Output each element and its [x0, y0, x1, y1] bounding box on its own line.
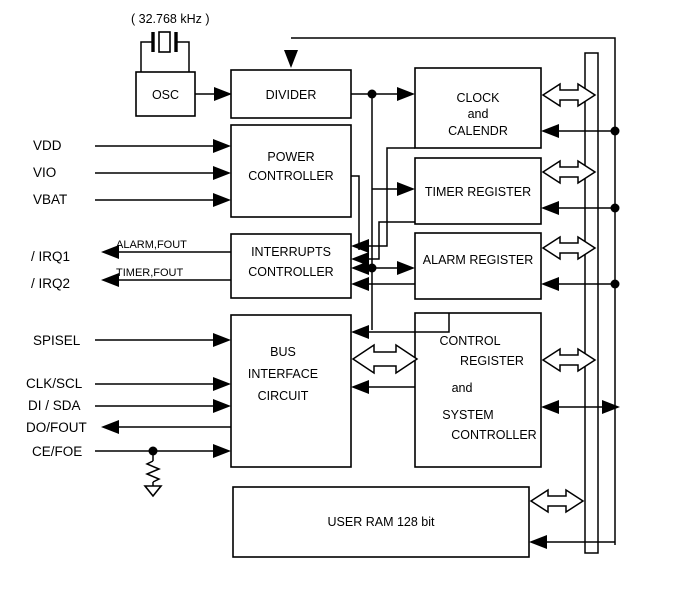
arrow-control-to-alarm [541, 277, 559, 291]
arrow-control-in-left [541, 400, 559, 414]
arrow-vio [213, 166, 231, 180]
arrow-ce-foe [213, 444, 231, 458]
rtc-block-diagram: ( 32.768 kHz ) OSC DIVIDER POWER CONTROL… [26, 12, 620, 558]
data-bus-bar [584, 52, 599, 554]
pin-label-do-fout: DO/FOUT [26, 420, 87, 435]
resistor-zigzag [145, 460, 161, 483]
pin-label-vio: VIO [33, 165, 56, 180]
arrow-irqc-in-1 [351, 239, 369, 253]
wire-clock-to-irqc [363, 147, 415, 247]
block-clock-calendar-line2: and [468, 107, 489, 121]
block-alarm-register-label: ALARM REGISTER [423, 253, 533, 267]
crystal-frequency-label: ( 32.768 kHz ) [131, 12, 210, 26]
crystal-lead-left [140, 41, 153, 72]
arrow-irqc-in-4 [351, 277, 369, 291]
pin-label-irq1: / IRQ1 [31, 249, 70, 264]
block-power-controller-line2: CONTROLLER [248, 169, 333, 183]
net-timer-register-input [372, 182, 415, 196]
block-user-ram-label: USER RAM 128 bit [328, 515, 436, 529]
block-power-controller-line1: POWER [267, 150, 314, 164]
block-control-system-line4: SYSTEM [442, 408, 493, 422]
arrow-to-timer-register [397, 182, 415, 196]
block-bus-interface-line2: INTERFACE [248, 367, 318, 381]
crystal-lead-right [176, 41, 190, 72]
block-osc-label: OSC [152, 88, 179, 102]
pin-label-irq2: / IRQ2 [31, 276, 70, 291]
arrow-control-to-bus-top [351, 325, 369, 339]
block-control-system-line2: REGISTER [460, 354, 524, 368]
pulldown-network [143, 446, 163, 498]
net-user-ram-bus [529, 488, 615, 549]
arrow-vdd [213, 139, 231, 153]
pin-label-di-sda: DI / SDA [28, 398, 81, 413]
arrow-clk-scl [213, 377, 231, 391]
net-control-bus [541, 347, 620, 414]
arrow-control-to-ram [529, 535, 547, 549]
junction-dot-ce-foe [148, 446, 158, 456]
arrow-control-out-right [602, 400, 620, 414]
crystal-body [158, 31, 171, 53]
wires-bus-interface-pins [95, 333, 231, 458]
block-interrupts-controller-line2: CONTROLLER [248, 265, 333, 279]
pin-label-vdd: VDD [33, 138, 62, 153]
arrow-di-sda [213, 399, 231, 413]
net-divider-output [351, 87, 415, 330]
pin-label-vbat: VBAT [33, 192, 67, 207]
arrow-do-fout [101, 420, 119, 434]
bidirectional-arrow-bus-control [351, 343, 419, 375]
arrow-vbat [213, 193, 231, 207]
arrow-control-to-bus-mid [351, 380, 369, 394]
block-control-system-line3: and [452, 381, 473, 395]
arrow-irqc-in-3 [351, 261, 369, 275]
block-control-system-line1: CONTROL [439, 334, 500, 348]
pin-label-clk-scl: CLK/SCL [26, 376, 83, 391]
arrow-osc-to-divider [214, 87, 232, 101]
net-clock-bus [541, 82, 615, 138]
arrow-spisel [213, 333, 231, 347]
arrow-divider-to-clock [397, 87, 415, 101]
bidirectional-arrow-ram-bus [529, 488, 585, 514]
block-diagram-canvas: ( 32.768 kHz ) OSC DIVIDER POWER CONTROL… [0, 0, 674, 594]
block-timer-register-label: TIMER REGISTER [425, 185, 531, 199]
arrow-control-to-clock [541, 124, 559, 138]
arrow-feedback-to-divider [284, 50, 298, 68]
wire-label-timer-fout: TIMER,FOUT [116, 267, 183, 279]
block-divider-label: DIVIDER [266, 88, 317, 102]
block-bus-interface-line1: BUS [270, 345, 296, 359]
block-control-system-line5: CONTROLLER [451, 428, 536, 442]
net-power-controller-output [351, 175, 360, 250]
block-interrupts-controller-line1: INTERRUPTS [251, 245, 331, 259]
pin-label-spisel: SPISEL [33, 333, 81, 348]
block-bus-interface-line3: CIRCUIT [258, 389, 309, 403]
net-alarm-bus [541, 235, 615, 291]
wires-irq-outputs [101, 245, 231, 287]
crystal-symbol-group [140, 31, 190, 72]
block-clock-calendar-line1: CLOCK [456, 91, 500, 105]
net-timer-bus [541, 159, 615, 215]
wire-label-alarm-fout: ALARM,FOUT [116, 239, 187, 251]
wire-timer-to-irqc [363, 221, 415, 260]
arrow-control-to-timer [541, 201, 559, 215]
ground-symbol [143, 485, 163, 498]
pin-label-ce-foe: CE/FOE [32, 444, 82, 459]
block-clock-calendar-line3: CALENDR [448, 124, 508, 138]
arrow-divider-to-alarm [397, 261, 415, 275]
wire-power-to-irqc [351, 175, 360, 250]
wires-power-inputs [95, 139, 231, 207]
